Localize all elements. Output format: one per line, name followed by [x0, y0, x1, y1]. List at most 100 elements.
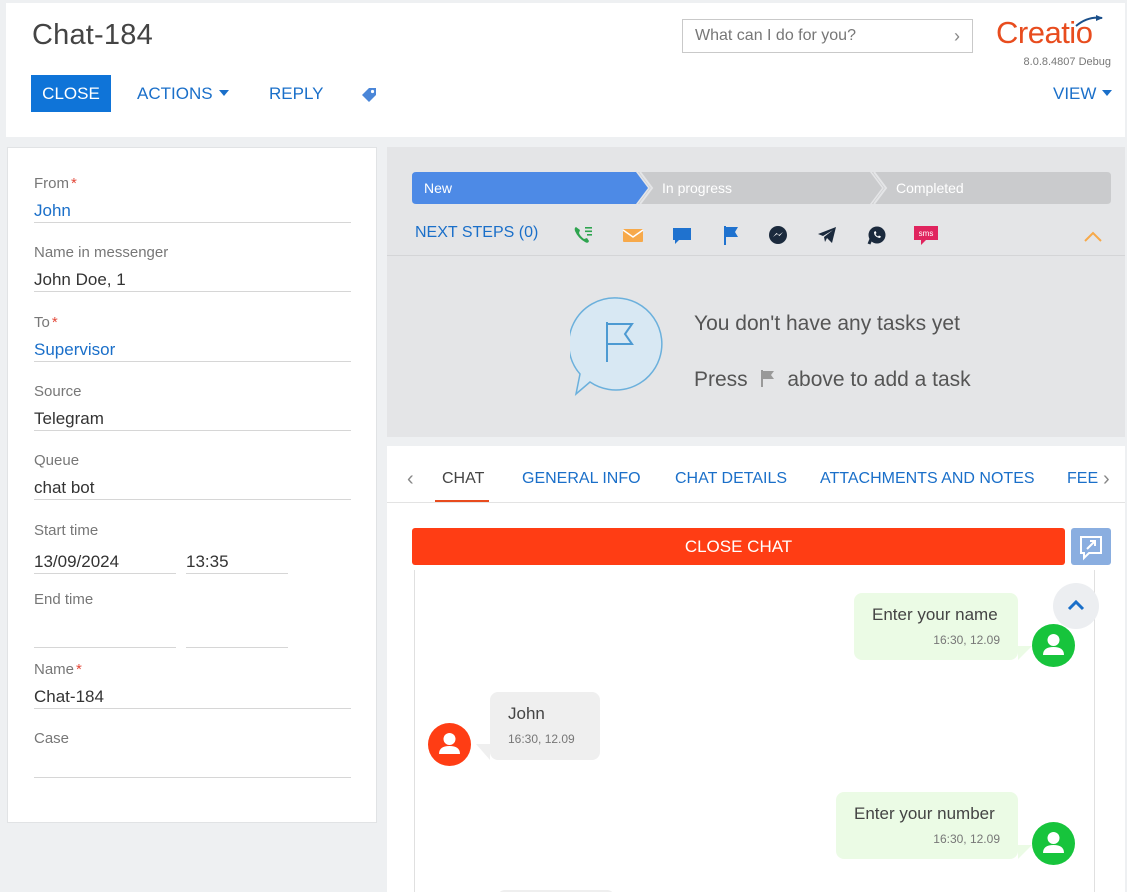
- tab-chat[interactable]: CHAT: [442, 470, 484, 488]
- version-label: 8.0.8.4807 Debug: [1023, 56, 1111, 68]
- flag-bubble-illustration: [570, 297, 663, 396]
- page-header: Chat-184 › Creatio 8.0.8.4807 Debug CLOS…: [6, 3, 1125, 137]
- caret-down-icon: [218, 90, 229, 97]
- telegram-icon[interactable]: [816, 224, 838, 246]
- tag-icon[interactable]: [359, 85, 379, 105]
- field-case: Case: [34, 730, 351, 778]
- tab-attachments-and-notes[interactable]: ATTACHMENTS AND NOTES: [820, 470, 1035, 488]
- chat-icon[interactable]: [671, 224, 693, 246]
- chat-message-incoming: John 16:30, 12.09: [490, 692, 600, 760]
- user-icon: [439, 733, 460, 754]
- bubble-tail: [1018, 845, 1032, 859]
- hint-suffix: above to add a task: [787, 368, 971, 391]
- field-label: To: [34, 314, 50, 331]
- add-task-hint: Press above to add a task: [694, 368, 971, 392]
- next-steps-link[interactable]: NEXT STEPS (0): [415, 224, 538, 242]
- stages-and-tasks-panel: New In progress Completed NEXT STEPS (0)…: [387, 147, 1125, 437]
- stage-bar: New In progress Completed: [412, 172, 1111, 204]
- tasks-empty-area: You don't have any tasks yet Press above…: [387, 255, 1125, 437]
- stage-completed[interactable]: Completed: [884, 172, 964, 204]
- chat-panel: ‹ CHAT GENERAL INFO CHAT DETAILS ATTACHM…: [387, 446, 1125, 892]
- transfer-chat-button[interactable]: [1071, 528, 1111, 565]
- tabs-scroll-left-icon[interactable]: ‹: [407, 468, 414, 491]
- message-text: Enter your name: [872, 605, 998, 624]
- command-input[interactable]: [683, 20, 933, 52]
- field-label: Source: [34, 383, 82, 400]
- messenger-name-input[interactable]: John Doe, 1: [34, 264, 351, 292]
- end-date-input[interactable]: [34, 620, 176, 648]
- logo-swoosh-icon: [1075, 15, 1103, 27]
- reply-button[interactable]: REPLY: [269, 84, 324, 104]
- to-value-link[interactable]: Supervisor: [34, 334, 351, 362]
- svg-text:sms: sms: [919, 229, 934, 238]
- required-marker: *: [76, 661, 82, 678]
- sms-icon[interactable]: sms: [912, 224, 940, 246]
- message-time: 16:30, 12.09: [933, 633, 1000, 647]
- user-icon: [1043, 634, 1064, 655]
- bot-avatar: [1032, 822, 1075, 865]
- view-label: VIEW: [1053, 84, 1097, 103]
- call-icon[interactable]: [572, 224, 594, 246]
- case-input[interactable]: [34, 750, 351, 778]
- chevron-right-icon[interactable]: ›: [954, 26, 960, 47]
- start-time-input[interactable]: 13:35: [186, 546, 288, 574]
- stage-new[interactable]: New: [412, 172, 452, 204]
- field-label: Name: [34, 661, 75, 678]
- messenger-icon[interactable]: [767, 224, 789, 246]
- contact-avatar: [428, 723, 471, 766]
- required-marker: *: [51, 314, 58, 331]
- record-fields-panel: From * John Name in messenger John Doe, 1…: [7, 147, 377, 823]
- field-label: Name in messenger: [34, 244, 169, 261]
- active-tab-indicator: [435, 500, 489, 502]
- email-icon[interactable]: [622, 224, 644, 246]
- field-to: To * Supervisor: [34, 314, 351, 362]
- command-line[interactable]: ›: [682, 19, 973, 53]
- tab-bar: ‹ CHAT GENERAL INFO CHAT DETAILS ATTACHM…: [387, 446, 1125, 503]
- empty-tasks-text: You don't have any tasks yet: [694, 312, 960, 335]
- collapse-chevron-up-icon[interactable]: [1083, 231, 1103, 243]
- field-name: Name * Chat-184: [34, 661, 351, 709]
- start-date-input[interactable]: 13/09/2024: [34, 546, 176, 574]
- actions-menu[interactable]: ACTIONS: [137, 84, 229, 104]
- tabs-scroll-right-icon[interactable]: ›: [1103, 468, 1110, 491]
- bubble-tail: [476, 744, 490, 760]
- field-end-time: End time: [34, 591, 351, 611]
- view-menu[interactable]: VIEW: [1053, 84, 1113, 104]
- message-time: 16:30, 12.09: [508, 732, 575, 746]
- whatsapp-icon[interactable]: [866, 224, 888, 246]
- chevron-up-icon: [1067, 599, 1085, 611]
- stage-bar-shapes: [412, 172, 1111, 204]
- field-source: Source Telegram: [34, 383, 351, 431]
- field-messenger-name: Name in messenger John Doe, 1: [34, 244, 351, 292]
- close-button[interactable]: CLOSE: [31, 75, 111, 112]
- end-time-input[interactable]: [186, 620, 288, 648]
- field-label: End time: [34, 591, 94, 608]
- tab-chat-details[interactable]: CHAT DETAILS: [675, 470, 787, 488]
- field-label: Case: [34, 730, 70, 747]
- from-value-link[interactable]: John: [34, 195, 351, 223]
- field-start-time: Start time: [34, 522, 351, 542]
- message-text: Enter your number: [854, 804, 995, 823]
- transfer-chat-icon: [1080, 536, 1102, 561]
- bot-avatar: [1032, 624, 1075, 667]
- queue-input[interactable]: chat bot: [34, 472, 351, 500]
- field-label: Queue: [34, 452, 80, 469]
- user-icon: [1043, 832, 1064, 853]
- field-queue: Queue chat bot: [34, 452, 351, 500]
- actions-label: ACTIONS: [137, 84, 213, 103]
- message-time: 16:30, 12.09: [933, 832, 1000, 846]
- stage-in-progress[interactable]: In progress: [650, 172, 732, 204]
- tab-general-info[interactable]: GENERAL INFO: [522, 470, 641, 488]
- task-flag-icon[interactable]: [720, 224, 742, 246]
- hint-press: Press: [694, 368, 748, 391]
- page-title: Chat-184: [32, 19, 153, 51]
- close-chat-button[interactable]: CLOSE CHAT: [412, 528, 1065, 565]
- caret-down-icon: [1102, 90, 1113, 97]
- name-input[interactable]: Chat-184: [34, 681, 351, 709]
- field-label: From: [34, 175, 69, 192]
- source-input[interactable]: Telegram: [34, 403, 351, 431]
- chat-message-outgoing: Enter your number 16:30, 12.09: [836, 792, 1018, 859]
- scroll-up-button[interactable]: [1053, 583, 1099, 629]
- bubble-tail: [1018, 646, 1032, 660]
- required-marker: *: [71, 175, 77, 192]
